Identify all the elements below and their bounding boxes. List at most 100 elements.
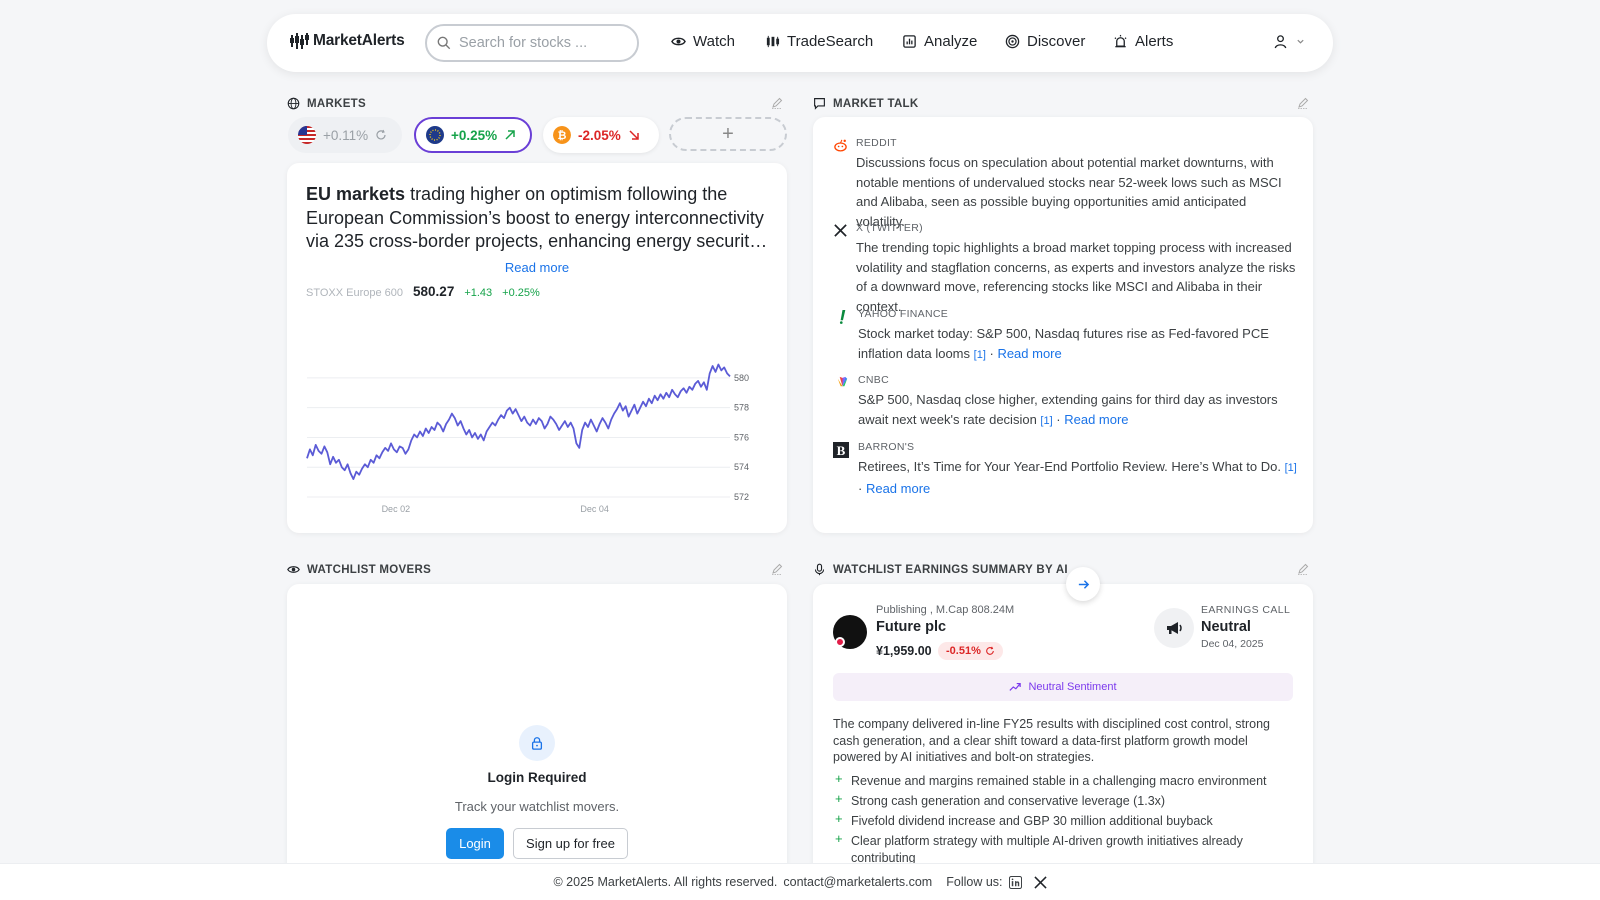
edit-earnings-icon[interactable] [1297,563,1309,575]
footer-contact-link[interactable]: contact@marketalerts.com [783,875,932,889]
market-headline: EU markets trading higher on optimism fo… [306,183,768,279]
talk-read-more-link[interactable]: Read more [866,481,930,496]
signup-button[interactable]: Sign up for free [513,828,628,859]
yahoo-finance-icon [839,309,846,324]
footer-copyright: © 2025 MarketAlerts. All rights reserved… [553,875,778,889]
nav-discover[interactable]: Discover [1005,33,1085,50]
talk-read-more-link[interactable]: Read more [1064,412,1128,427]
market-pill-crypto-change: -2.05% [578,127,621,143]
search-box[interactable] [425,24,639,62]
nav-tradesearch-label: TradeSearch [787,33,874,50]
add-market-button[interactable]: + [669,117,787,151]
citation-link[interactable]: [1] [1040,415,1052,427]
index-change: +1.43 [464,287,493,299]
nav-alerts[interactable]: Alerts [1113,33,1173,50]
citation-link[interactable]: [1] [1285,462,1297,474]
login-required-title: Login Required [487,770,587,785]
market-pill-us-change: +0.11% [323,127,369,143]
market-talk-header: MARKET TALK [813,97,919,110]
arrow-up-right-icon [505,130,515,140]
talk-text: The trending topic highlights a broad ma… [856,240,1296,314]
price-change: -0.51% [946,645,981,657]
edit-markets-icon[interactable] [771,97,783,109]
top-nav-bar: MarketAlerts Watch TradeSearch Analyze D… [267,14,1333,72]
lock-badge [519,725,555,761]
linkedin-icon[interactable] [1008,875,1022,889]
talk-item-cnbc: CNBC S&P 500, Nasdaq close higher, exten… [837,374,1298,431]
discover-icon [1005,34,1020,49]
talk-text: Stock market today: S&P 500, Nasdaq futu… [858,326,1269,361]
talk-source: REDDIT [856,137,897,149]
nav-alerts-label: Alerts [1135,33,1174,50]
earnings-highlights: Revenue and margins remained stable in a… [833,771,1293,870]
talk-source: X (TWITTER) [856,222,923,234]
edit-market-talk-icon[interactable] [1297,97,1309,109]
svg-text:₿: ₿ [558,130,567,142]
analyze-icon [903,35,916,48]
chevron-down-icon [1297,39,1304,44]
index-value: 580.27 [413,284,455,299]
nav-analyze-label: Analyze [924,33,978,50]
talk-text-block: S&P 500, Nasdaq close higher, extending … [858,392,1278,427]
x-twitter-icon[interactable] [1033,875,1047,889]
search-icon [437,36,451,50]
market-flag-dot [835,637,845,647]
y-tick-label: 578 [734,403,749,413]
earnings-call-sentiment: Neutral [1201,619,1251,635]
market-pill-eu-change: +0.25% [451,127,498,143]
x-tick-label: Dec 04 [580,504,609,514]
globe-icon [287,97,300,110]
citation-link[interactable]: [1] [974,349,986,361]
nav-analyze[interactable]: Analyze [902,33,977,50]
company-name[interactable]: Future plc [876,619,946,635]
company-meta: Publishing , M.Cap 808.24M [876,604,1015,616]
talk-source: BARRON'S [858,441,915,453]
talk-source: CNBC [858,374,889,386]
index-line-chart: 580 578 576 574 572 Dec 02 Dec 04 [306,363,749,514]
market-talk-title: MARKET TALK [833,97,919,110]
eye-icon [287,566,300,573]
earnings-header: WATCHLIST EARNINGS SUMMARY BY AI [813,563,1068,576]
user-icon [1274,35,1287,49]
talk-text-block: Stock market today: S&P 500, Nasdaq futu… [858,326,1269,361]
login-button[interactable]: Login [446,828,504,859]
markets-header: MARKETS [287,97,366,110]
cnbc-peacock-icon [837,376,848,387]
arrow-down-right-icon [629,130,639,140]
price-change-badge: -0.51% [938,642,1003,660]
login-required-subtitle: Track your watchlist movers. [454,799,620,814]
eye-icon [671,37,686,46]
market-pill-eu[interactable]: +0.25% [414,117,532,153]
earnings-call-badge [1154,608,1194,648]
chart-series-line [306,363,731,481]
talk-read-more-link[interactable]: Read more [997,346,1061,361]
talk-text: Retirees, It’s Time for Your Year-End Po… [858,459,1281,474]
trend-icon [1009,682,1022,691]
footer: © 2025 MarketAlerts. All rights reserved… [0,863,1600,900]
sentiment-label: Neutral Sentiment [1028,681,1117,693]
headline-read-more-link[interactable]: Read more [505,260,569,275]
refresh-icon [376,129,386,140]
market-pill-us[interactable]: +0.11% [288,117,402,153]
eu-flag-icon [426,126,444,144]
microphone-icon [814,563,825,576]
nav-tradesearch[interactable]: TradeSearch [765,33,873,50]
next-earnings-button[interactable] [1066,567,1100,601]
add-market-label: + [722,122,734,145]
market-logo-icon [290,33,309,49]
edit-watchlist-movers-icon[interactable] [771,563,783,575]
market-pill-crypto[interactable]: ₿ -2.05% [543,117,659,153]
alert-siren-icon [1114,34,1127,48]
svg-text:B: B [837,443,846,458]
earnings-call-label: EARNINGS CALL [1201,604,1291,616]
company-logo [833,615,867,649]
nav-watch[interactable]: Watch [671,33,735,50]
index-quote: STOXX Europe 600 580.27 +1.43 +0.25% [306,284,540,299]
index-change-pct: +0.25% [502,287,540,299]
search-input[interactable] [459,35,619,51]
earnings-summary: The company delivered in-line FY25 resul… [833,717,1271,764]
earnings-title: WATCHLIST EARNINGS SUMMARY BY AI [833,563,1068,576]
brand-logo[interactable]: MarketAlerts [289,31,405,51]
user-menu[interactable] [1273,34,1305,49]
talk-item-x: X (TWITTER) The trending topic highlight… [834,222,1296,316]
